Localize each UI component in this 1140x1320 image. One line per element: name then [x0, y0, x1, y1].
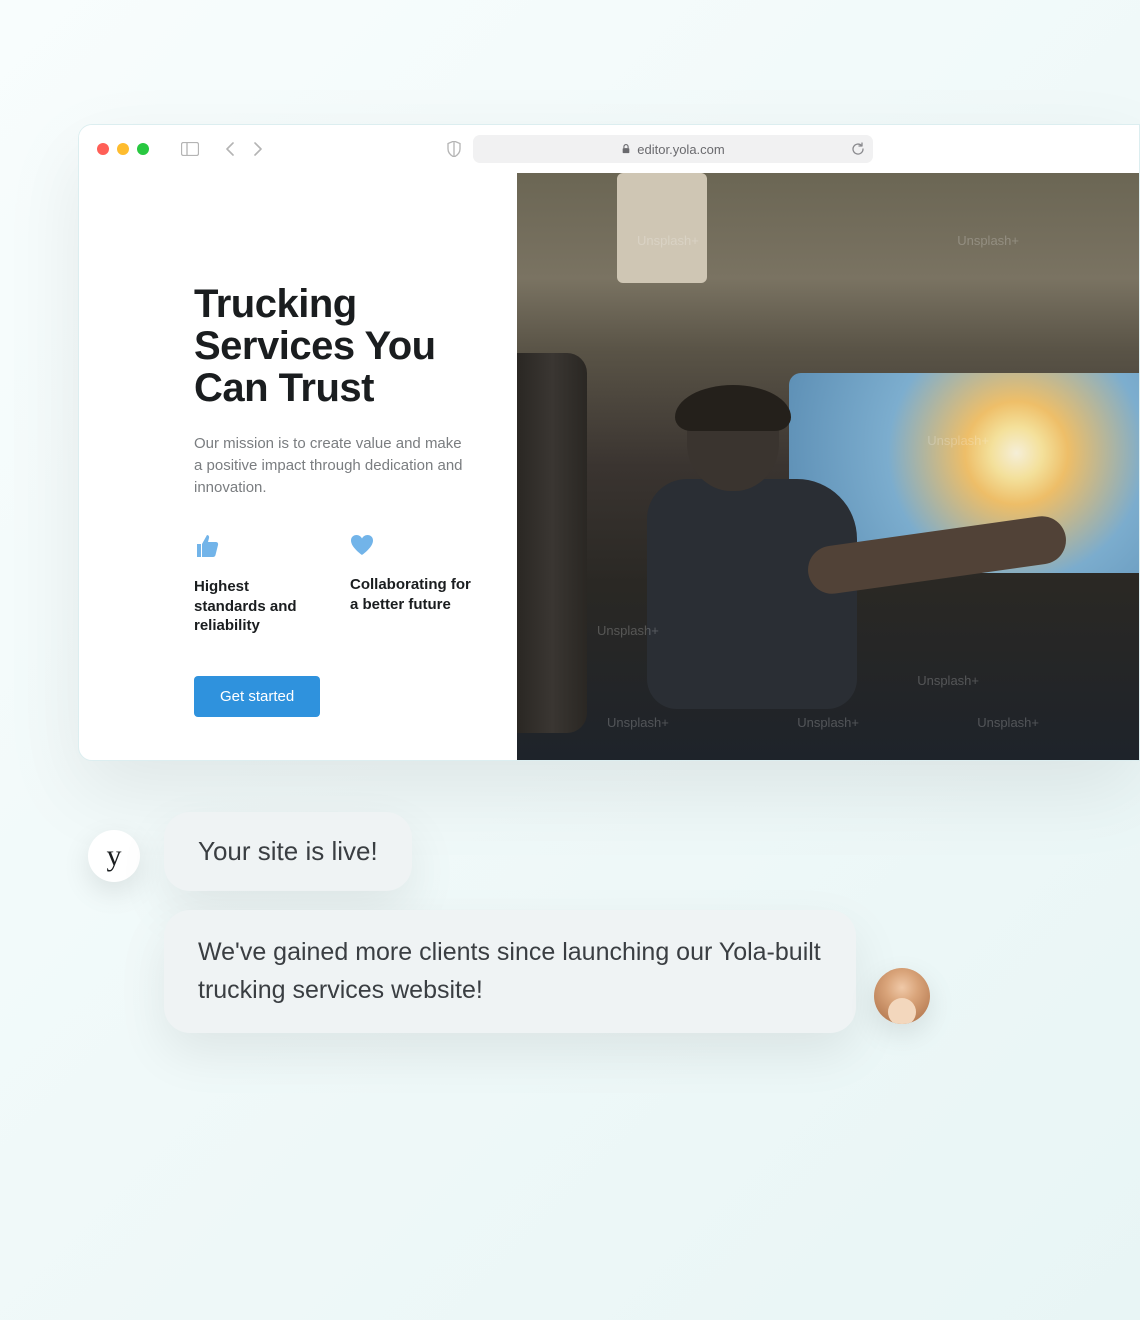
traffic-lights	[97, 143, 149, 155]
feature-label-1: Highest standards and reliability	[194, 577, 316, 636]
thumb-up-icon	[194, 534, 316, 563]
nav-arrows	[225, 142, 263, 156]
image-watermark: Unsplash+	[637, 233, 699, 248]
driver-figure	[647, 391, 887, 721]
feature-row: Highest standards and reliability Collab…	[194, 534, 477, 636]
shield-icon[interactable]	[447, 141, 461, 157]
refresh-icon[interactable]	[851, 142, 865, 156]
lock-icon	[621, 144, 631, 154]
bot-avatar: y	[88, 830, 140, 882]
truck-seat	[517, 353, 587, 733]
heart-icon	[350, 534, 472, 561]
user-avatar	[874, 968, 930, 1024]
image-watermark: Unsplash+	[607, 715, 669, 730]
hero-image: Unsplash+ Unsplash+ Unsplash+ Unsplash+ …	[517, 173, 1139, 760]
chat-message-2: We've gained more clients since launchin…	[198, 938, 821, 1004]
minimize-window-dot[interactable]	[117, 143, 129, 155]
image-watermark: Unsplash+	[797, 715, 859, 730]
feature-item-standards: Highest standards and reliability	[194, 534, 316, 636]
site-body: Trucking Services You Can Trust Our miss…	[79, 173, 1139, 760]
chat-bubble-bot: Your site is live!	[164, 812, 412, 891]
close-window-dot[interactable]	[97, 143, 109, 155]
url-text: editor.yola.com	[637, 142, 724, 157]
hero-title: Trucking Services You Can Trust	[194, 283, 477, 409]
feature-label-2: Collaborating for a better future	[350, 575, 472, 614]
maximize-window-dot[interactable]	[137, 143, 149, 155]
bot-avatar-letter: y	[107, 839, 122, 873]
image-watermark: Unsplash+	[927, 433, 989, 448]
image-watermark: Unsplash+	[977, 715, 1039, 730]
browser-chrome: editor.yola.com	[79, 125, 1139, 173]
chat-bubble-user: We've gained more clients since launchin…	[164, 910, 856, 1033]
image-watermark: Unsplash+	[597, 623, 659, 638]
browser-window-mockup: editor.yola.com Trucking Services You Ca…	[78, 124, 1140, 761]
feature-item-collab: Collaborating for a better future	[350, 534, 472, 636]
image-watermark: Unsplash+	[917, 673, 979, 688]
hero-left-column: Trucking Services You Can Trust Our miss…	[79, 173, 517, 760]
image-watermark: Unsplash+	[957, 233, 1019, 248]
chat-message-1: Your site is live!	[198, 836, 378, 866]
hero-subtitle: Our mission is to create value and make …	[194, 433, 464, 498]
back-icon[interactable]	[225, 142, 235, 156]
address-bar[interactable]: editor.yola.com	[473, 135, 873, 163]
truck-visor	[617, 173, 707, 283]
get-started-button[interactable]: Get started	[194, 676, 320, 717]
sidebar-toggle-icon[interactable]	[181, 142, 199, 156]
forward-icon[interactable]	[253, 142, 263, 156]
